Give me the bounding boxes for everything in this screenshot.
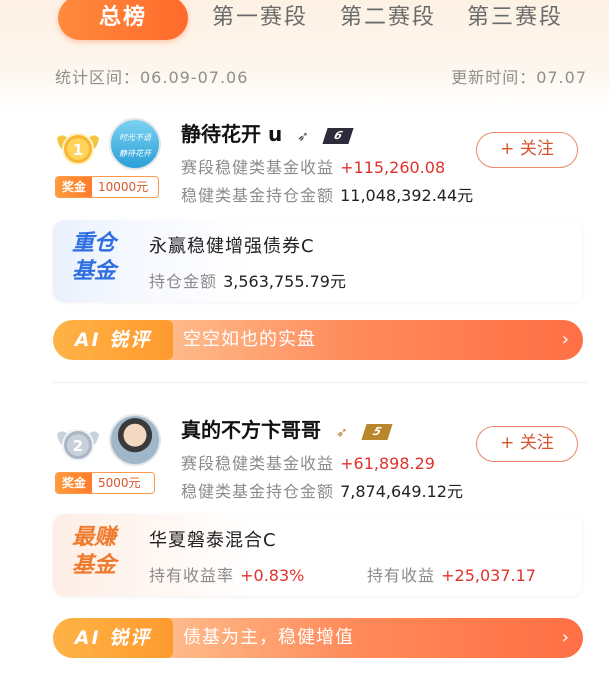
reward-label: 奖金	[56, 473, 93, 493]
level-badge: ➶ 6	[297, 127, 354, 145]
stat-period: 统计区间：06.09-07.06	[55, 68, 249, 87]
ai-review-text: 空空如也的实盘	[183, 329, 316, 350]
fund-return-value: +25,037.17	[441, 566, 536, 585]
ai-review-badge: AI 锐评	[53, 320, 173, 360]
level-number: 6	[322, 127, 354, 144]
fund-tag-line2: 基金	[71, 553, 116, 578]
gold-medal-icon: 1	[57, 133, 99, 165]
user-name[interactable]: 静待花开 u ➶ 6	[181, 118, 354, 147]
silver-medal-icon: 2	[57, 429, 99, 461]
stage-return-value: +115,260.08	[340, 158, 446, 177]
fund-return: 持有收益 +25,037.17	[367, 562, 536, 586]
fund-holding-label: 持仓金额	[149, 272, 218, 291]
stage-return-label: 赛段稳健类基金收益	[181, 158, 335, 177]
holding-amount: 稳健类基金持仓金额 7,874,649.12元	[181, 478, 463, 502]
fund-tag-line1: 重仓	[71, 231, 116, 256]
stage-return: 赛段稳健类基金收益 +115,260.08	[181, 154, 445, 178]
fund-card[interactable]: 最赚 基金 华夏磐泰混合C 持有收益率 +0.83% 持有收益 +25,037.…	[53, 514, 583, 596]
follow-button[interactable]: + 关注	[476, 426, 578, 462]
ai-review-badge: AI 锐评	[53, 618, 173, 658]
stage-return: 赛段稳健类基金收益 +61,898.29	[181, 450, 435, 474]
level-badge: ➶ 5	[335, 423, 393, 441]
fund-tag-line1: 最赚	[71, 525, 116, 550]
avatar-text-top: 时光不语	[119, 133, 151, 142]
reward-badge: 奖金 10000元	[55, 176, 159, 198]
rank-entry-1: 1 奖金 10000元 时光不语 静待花开 静待花开 u ➶ 6 赛段稳健类基金…	[53, 112, 588, 372]
ranking-tabs: 总榜 第一赛段 第二赛段 第三赛段	[0, 0, 609, 44]
tab-stage-1[interactable]: 第一赛段	[205, 0, 315, 40]
fund-name: 永赢稳健增强债券C	[149, 236, 315, 257]
update-time: 更新时间：07.07	[451, 68, 587, 87]
wing-icon: ➶	[335, 424, 348, 441]
user-name-text: 静待花开 u	[181, 122, 283, 146]
level-number: 5	[361, 423, 393, 440]
holding-label: 稳健类基金持仓金额	[181, 186, 335, 205]
fund-tag: 重仓 基金	[67, 230, 121, 286]
ai-review-bar[interactable]: AI 锐评 债基为主，稳健增值 ›	[53, 618, 583, 658]
rank-entry-2: 2 奖金 5000元 真的不方卞哥哥 ➶ 5 赛段稳健类基金收益 +61,898…	[53, 408, 588, 668]
rank-number: 2	[73, 437, 83, 455]
avatar-text-bottom: 静待花开	[119, 149, 151, 158]
rank-number: 1	[73, 141, 83, 159]
holding-value: 11,048,392.44元	[340, 186, 474, 205]
chevron-right-icon: ›	[561, 329, 569, 350]
divider	[53, 382, 588, 383]
fund-holding: 持仓金额 3,563,755.79元	[149, 268, 346, 292]
reward-value: 5000元	[98, 476, 141, 490]
fund-name: 华夏磐泰混合C	[149, 530, 277, 551]
fund-card[interactable]: 重仓 基金 永赢稳健增强债券C 持仓金额 3,563,755.79元	[53, 220, 583, 302]
avatar[interactable]: 时光不语 静待花开	[109, 118, 161, 170]
stage-return-value: +61,898.29	[340, 454, 435, 473]
wing-icon: ➶	[297, 128, 309, 145]
fund-holding-value: 3,563,755.79元	[223, 272, 346, 291]
fund-return-label: 持有收益	[367, 566, 436, 585]
tab-stage-2[interactable]: 第二赛段	[333, 0, 443, 40]
user-name-text: 真的不方卞哥哥	[181, 418, 321, 442]
holding-value: 7,874,649.12元	[340, 482, 463, 501]
fund-return-rate: 持有收益率 +0.83%	[149, 562, 304, 586]
chevron-right-icon: ›	[561, 627, 569, 648]
reward-value: 10000元	[98, 180, 149, 194]
stage-return-label: 赛段稳健类基金收益	[181, 454, 335, 473]
fund-return-rate-label: 持有收益率	[149, 566, 235, 585]
user-name[interactable]: 真的不方卞哥哥 ➶ 5	[181, 414, 393, 443]
follow-button[interactable]: + 关注	[476, 132, 578, 168]
fund-return-rate-value: +0.83%	[240, 566, 305, 585]
avatar[interactable]	[109, 414, 161, 466]
tab-stage-3[interactable]: 第三赛段	[460, 0, 570, 40]
reward-badge: 奖金 5000元	[55, 472, 155, 494]
ai-review-bar[interactable]: AI 锐评 空空如也的实盘 ›	[53, 320, 583, 360]
tab-overall[interactable]: 总榜	[58, 0, 188, 40]
reward-label: 奖金	[56, 177, 93, 197]
fund-tag-line2: 基金	[71, 259, 116, 284]
ai-review-text: 债基为主，稳健增值	[183, 627, 354, 648]
fund-tag: 最赚 基金	[67, 524, 121, 580]
holding-amount: 稳健类基金持仓金额 11,048,392.44元	[181, 182, 473, 206]
holding-label: 稳健类基金持仓金额	[181, 482, 335, 501]
